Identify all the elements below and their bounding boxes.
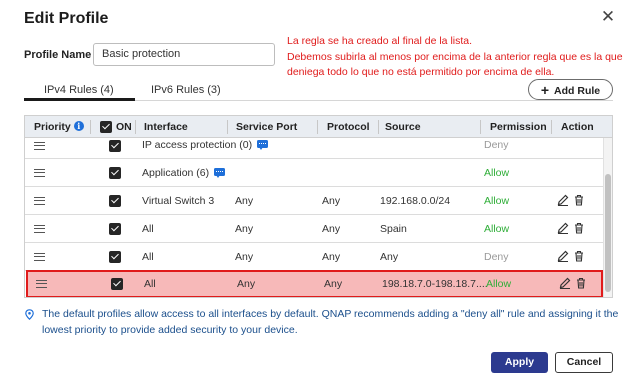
dialog-title: Edit Profile: [24, 10, 109, 27]
cell-permission: Deny: [484, 139, 509, 151]
drag-handle-icon[interactable]: [34, 225, 45, 233]
cancel-button[interactable]: Cancel: [555, 352, 613, 373]
cell-interface: All: [144, 278, 156, 290]
default-profile-note-text: The default profiles allow access to all…: [42, 308, 619, 336]
rule-enabled-checkbox[interactable]: [109, 167, 121, 179]
trash-icon[interactable]: [573, 250, 585, 262]
profile-name-label: Profile Name: [24, 49, 92, 61]
cell-service-port: Any: [235, 251, 254, 263]
cell-source: Any: [380, 251, 399, 263]
trash-icon[interactable]: [573, 194, 585, 206]
edit-icon[interactable]: [559, 277, 571, 289]
plus-icon: +: [540, 82, 550, 98]
table-row[interactable]: IP access protection (0) Deny: [25, 131, 603, 159]
cell-source: 198.18.7.0-198.18.7....: [382, 278, 488, 290]
cell-source: 192.168.0.0/24: [380, 195, 451, 207]
cell-interface: Virtual Switch 3: [142, 195, 215, 207]
rule-enabled-checkbox[interactable]: [109, 195, 121, 207]
drag-handle-icon[interactable]: [34, 169, 45, 177]
profile-name-input[interactable]: Basic protection: [93, 43, 275, 66]
edit-icon[interactable]: [557, 222, 569, 234]
pin-icon: [25, 309, 34, 320]
apply-button[interactable]: Apply: [491, 352, 548, 373]
drag-handle-icon[interactable]: [34, 142, 45, 150]
trash-icon[interactable]: [575, 277, 587, 289]
annotation-note: La regla se ha creado al final de la lis…: [287, 35, 623, 78]
cell-service-port: Any: [235, 223, 254, 235]
drag-handle-icon[interactable]: [34, 197, 45, 205]
rules-tabs: IPv4 Rules (4) IPv6 Rules (3): [24, 79, 613, 101]
cell-interface: All: [142, 251, 154, 263]
tab-ipv6-rules[interactable]: IPv6 Rules (3): [151, 84, 221, 96]
cell-permission: Deny: [484, 251, 509, 263]
close-icon[interactable]: ✕: [599, 8, 617, 26]
cell-source: Spain: [380, 223, 407, 235]
table-row-highlighted[interactable]: All Any Any 198.18.7.0-198.18.7.... Allo…: [26, 270, 603, 297]
cell-permission: Allow: [484, 223, 510, 235]
table-row[interactable]: All Any Any Any Deny: [25, 243, 603, 271]
rules-table: Priority i ON Interface Service Port Prot…: [24, 115, 613, 298]
drag-handle-icon[interactable]: [36, 280, 47, 288]
active-tab-indicator: [24, 98, 135, 101]
cell-protocol: Any: [322, 223, 341, 235]
cell-permission: Allow: [484, 167, 510, 179]
cell-permission: Allow: [486, 278, 512, 290]
edit-profile-dialog: Edit Profile ✕ La regla se ha creado al …: [0, 0, 638, 389]
rule-enabled-checkbox[interactable]: [109, 251, 121, 263]
tab-ipv4-rules[interactable]: IPv4 Rules (4): [44, 84, 114, 96]
cell-protocol: Any: [322, 251, 341, 263]
drag-handle-icon[interactable]: [34, 253, 45, 261]
cell-service-port: Any: [235, 195, 254, 207]
info-icon[interactable]: i: [73, 121, 84, 131]
rule-enabled-checkbox[interactable]: [109, 140, 121, 152]
scrollbar-thumb[interactable]: [605, 174, 611, 292]
cell-permission: Allow: [484, 195, 510, 207]
table-row[interactable]: All Any Any Spain Allow: [25, 215, 603, 243]
table-row[interactable]: Virtual Switch 3 Any Any 192.168.0.0/24 …: [25, 187, 603, 215]
comment-icon[interactable]: [257, 140, 269, 150]
edit-icon[interactable]: [557, 250, 569, 262]
cell-interface: Application (6): [142, 167, 226, 179]
add-rule-button[interactable]: + Add Rule: [528, 79, 613, 100]
cell-protocol: Any: [324, 278, 343, 290]
cell-interface: IP access protection (0): [142, 139, 269, 151]
trash-icon[interactable]: [573, 222, 585, 234]
table-row[interactable]: Application (6) Allow: [25, 159, 603, 187]
rule-enabled-checkbox[interactable]: [109, 223, 121, 235]
rule-enabled-checkbox[interactable]: [111, 278, 123, 290]
table-scrollbar[interactable]: [603, 138, 612, 297]
comment-icon[interactable]: [214, 168, 226, 178]
add-rule-label: Add Rule: [554, 85, 601, 97]
cell-protocol: Any: [322, 195, 341, 207]
cell-interface: All: [142, 223, 154, 235]
cell-service-port: Any: [237, 278, 256, 290]
edit-icon[interactable]: [557, 194, 569, 206]
